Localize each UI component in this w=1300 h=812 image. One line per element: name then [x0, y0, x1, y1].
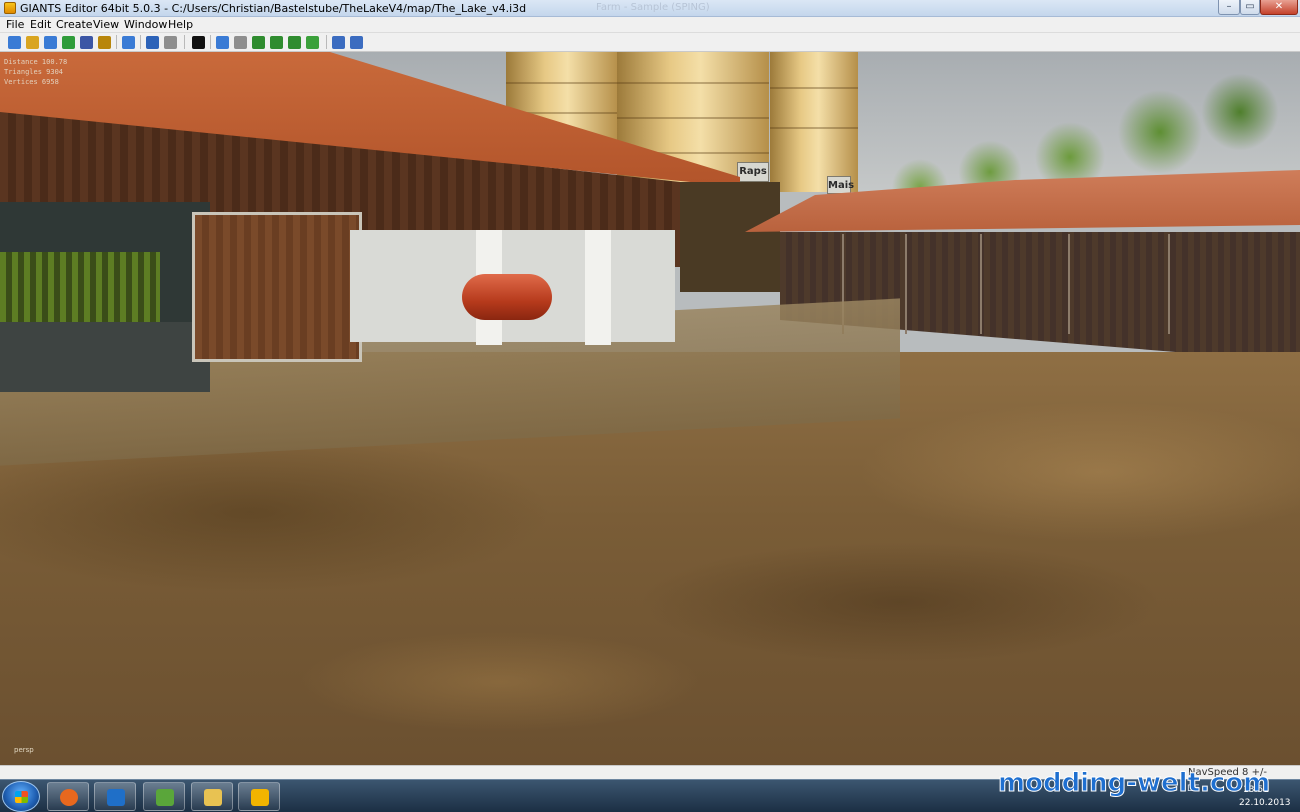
save-as-icon[interactable] — [98, 36, 111, 49]
import-icon[interactable] — [44, 36, 57, 49]
stored-crops — [0, 252, 160, 322]
barn-floor — [0, 322, 210, 392]
ghost-title: Farm - Sample (SPING) — [596, 2, 710, 13]
watermark: modding-welt.com — [998, 768, 1271, 799]
outlook-icon — [107, 789, 125, 806]
stat-distance: Distance 100.78 — [4, 58, 68, 66]
stat-vertices: Vertices 6958 — [4, 78, 59, 86]
menu-view[interactable]: View — [93, 18, 119, 31]
menu-create[interactable]: Create — [56, 18, 93, 31]
render-stats: Distance 100.78 Triangles 9304 Vertices … — [4, 57, 67, 87]
barn-sliding-door — [192, 212, 362, 362]
shed-door-divider — [980, 234, 982, 334]
magnet-icon[interactable] — [234, 36, 247, 49]
shed-door-divider — [1068, 234, 1070, 334]
menu-window[interactable]: Window — [124, 18, 167, 31]
window-title: GIANTS Editor 64bit 5.0.3 - C:/Users/Chr… — [20, 2, 527, 15]
terrain-paint-icon[interactable] — [270, 36, 283, 49]
play-icon[interactable] — [192, 36, 205, 49]
toolbar-separator — [326, 35, 327, 49]
export-icon[interactable] — [122, 36, 135, 49]
open-icon[interactable] — [26, 36, 39, 49]
silo-base — [680, 182, 780, 292]
taskbar-editor[interactable] — [143, 782, 185, 811]
menu-file[interactable]: File — [6, 18, 24, 31]
3d-viewport[interactable]: Raps Mais Distance 100.78 Triangles 9304… — [0, 52, 1300, 765]
taskbar-giants[interactable] — [238, 782, 280, 811]
camera-label: persp — [14, 746, 34, 754]
snap-grid-icon[interactable] — [332, 36, 345, 49]
silo-right — [770, 52, 858, 192]
close-button[interactable]: ✕ — [1260, 0, 1298, 15]
shed-door-divider — [905, 234, 907, 334]
giants-icon — [251, 789, 269, 806]
shed-door-divider — [1168, 234, 1170, 334]
taskbar-firefox[interactable] — [47, 782, 89, 811]
silo-sign-raps: Raps — [737, 162, 769, 182]
select-tool-icon[interactable] — [216, 36, 229, 49]
menu-edit[interactable]: Edit — [30, 18, 51, 31]
minimize-button[interactable]: – — [1218, 0, 1240, 15]
foliage-brush-icon[interactable] — [306, 36, 319, 49]
taskbar-explorer[interactable] — [191, 782, 233, 811]
editor-icon — [156, 789, 174, 806]
toolbar-separator — [140, 35, 141, 49]
menu-help[interactable]: Help — [168, 18, 193, 31]
title-bar: GIANTS Editor 64bit 5.0.3 - C:/Users/Chr… — [0, 0, 1300, 17]
firefox-icon — [60, 789, 78, 806]
barn-pillar — [585, 230, 611, 345]
toolbar-separator — [184, 35, 185, 49]
undo-icon[interactable] — [146, 36, 159, 49]
menu-bar: File Edit Create View Window Help — [0, 17, 1300, 32]
terrain-sculpt-icon[interactable] — [252, 36, 265, 49]
red-fuel-tank — [462, 274, 552, 320]
windows-logo-icon — [15, 791, 28, 803]
barn-open-door — [0, 202, 210, 392]
silo-sign-mais: Mais — [827, 176, 854, 194]
taskbar-outlook[interactable] — [94, 782, 136, 811]
save-icon[interactable] — [80, 36, 93, 49]
maximize-button[interactable]: ▭ — [1240, 0, 1260, 15]
start-button[interactable] — [2, 781, 40, 812]
refresh-icon[interactable] — [62, 36, 75, 49]
toolbar — [0, 32, 1300, 52]
toolbar-separator — [210, 35, 211, 49]
snap-settings-icon[interactable] — [350, 36, 363, 49]
toolbar-separator — [116, 35, 117, 49]
giants-app-icon — [4, 2, 16, 14]
new-scene-icon[interactable] — [8, 36, 21, 49]
redo-icon[interactable] — [164, 36, 177, 49]
folder-icon — [204, 789, 222, 806]
stat-triangles: Triangles 9304 — [4, 68, 64, 76]
terrain-smooth-icon[interactable] — [288, 36, 301, 49]
